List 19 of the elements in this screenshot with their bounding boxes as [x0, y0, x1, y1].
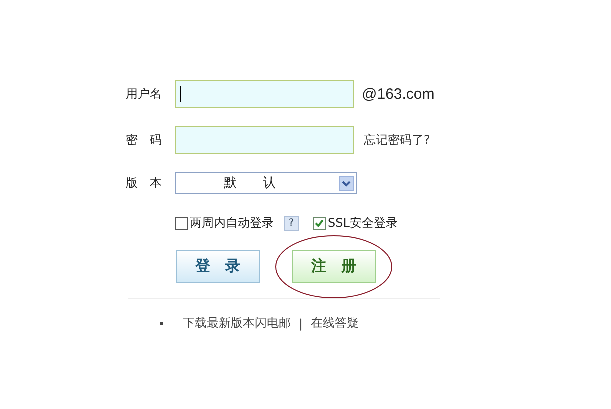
bullet-icon	[160, 322, 163, 325]
username-field[interactable]	[175, 80, 354, 108]
checkbox[interactable]	[313, 216, 326, 230]
field-label: 版 本	[126, 174, 163, 192]
forgot-password-link[interactable]: 忘记密码了?	[364, 132, 430, 148]
login-button[interactable]: 登 录	[176, 250, 260, 283]
separator: |	[299, 316, 304, 330]
version-dropdown[interactable]: 默 认	[175, 172, 357, 194]
field-label: 用户名	[126, 86, 163, 102]
checkbox[interactable]	[175, 216, 188, 230]
password-field[interactable]	[175, 126, 354, 154]
register-button[interactable]: 注 册	[292, 250, 376, 283]
footer-link[interactable]: 下载最新版本闪电邮	[183, 315, 291, 332]
checkbox-label: 两周内自动登录	[190, 214, 274, 232]
field-label: 密 码	[126, 132, 163, 148]
footer-link[interactable]: 在线答疑	[311, 315, 360, 332]
help-icon[interactable]: ?	[284, 216, 299, 230]
checkbox-label: SSL安全登录	[328, 214, 398, 232]
domain-suffix: @163.com	[362, 86, 435, 102]
